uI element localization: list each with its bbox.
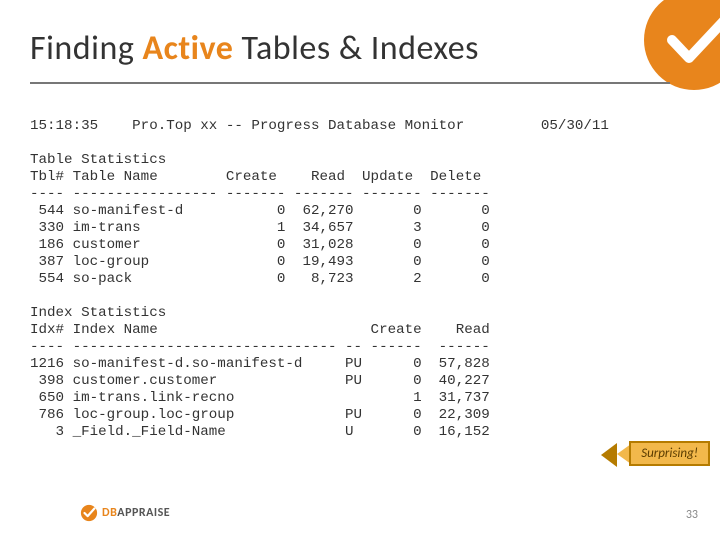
slide-title: Finding Active Tables & Indexes	[30, 28, 479, 69]
title-prefix: Finding	[30, 28, 143, 69]
brand-check-icon	[634, 0, 720, 100]
callout-arrow-icon	[601, 443, 617, 467]
page-number: 33	[686, 508, 698, 522]
terminal-output: 15:18:35 Pro.Top xx -- Progress Database…	[30, 118, 609, 441]
title-underline	[30, 82, 670, 84]
footer-brand: DBAPPRAISE	[80, 504, 170, 522]
title-suffix: Tables & Indexes	[233, 28, 479, 69]
footer-brand-text: DBAPPRAISE	[102, 506, 170, 520]
callout-annotation: Surprising!	[617, 441, 710, 466]
title-highlight: Active	[143, 28, 234, 69]
footer-check-icon	[80, 504, 98, 522]
callout-text: Surprising!	[629, 441, 710, 466]
